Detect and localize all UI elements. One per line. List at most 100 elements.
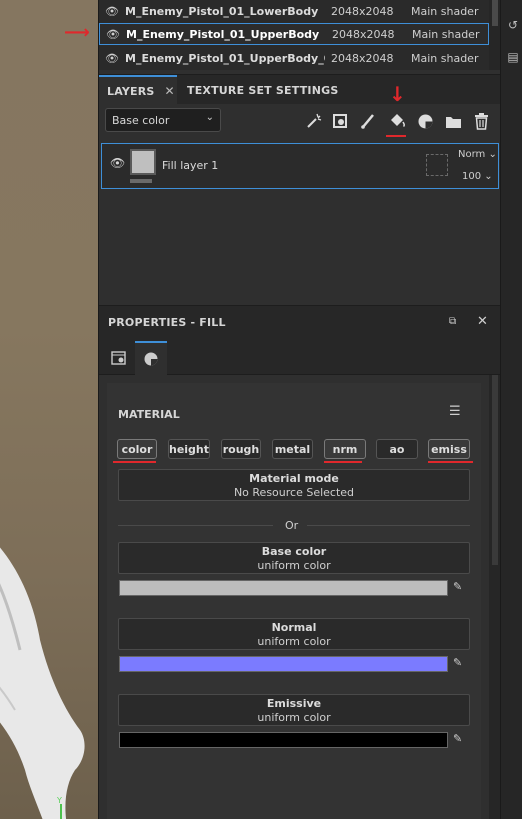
properties-header: PROPERTIES - FILL ⧉ ✕ [99,305,501,339]
eyedropper-icon[interactable]: ✎ [453,580,462,593]
base-color-sub: uniform color [257,559,331,572]
texture-set-resolution: 2048x2048 [331,51,394,65]
material-mode-picker[interactable]: Material mode No Resource Selected [118,469,470,501]
annotation-underline [428,461,473,463]
eye-icon[interactable]: 👁 [106,28,120,41]
channel-toggle-color[interactable]: color [117,439,157,459]
history-icon[interactable]: ↺ [506,18,520,32]
layer-toolbar: Base color ⌄ [99,104,501,140]
texture-set-shader: Main shader [411,4,479,18]
tab-material[interactable] [135,341,167,375]
eyedropper-icon[interactable]: ✎ [453,656,462,669]
normal-source[interactable]: Normal uniform color [118,618,470,650]
normal-swatch[interactable] [119,656,448,672]
channel-toggle-emiss[interactable]: emiss [428,439,470,459]
channel-toggle-height[interactable]: height [168,439,210,459]
add-effect-icon[interactable] [304,111,324,131]
texture-set-shader: Main shader [412,27,480,41]
eye-icon[interactable]: 👁 [110,156,125,170]
blend-mode-value: Norm [458,149,486,160]
texture-set-name: M_Enemy_Pistol_01_LowerBody [125,4,319,18]
channel-toggle-nrm[interactable]: nrm [324,439,366,459]
layer-thumbnail [130,149,156,175]
close-icon[interactable]: ✕ [165,84,175,98]
tab-texture-set-settings-label: TEXTURE SET SETTINGS [187,83,339,97]
tab-texture-set-settings[interactable]: TEXTURE SET SETTINGS [179,75,346,105]
texture-set-list: 👁 M_Enemy_Pistol_01_LowerBody 2048x2048 … [99,0,501,70]
texture-set-resolution: 2048x2048 [332,27,395,41]
annotation-arrow-right: ⟶ [64,22,90,43]
channel-toggle-metal[interactable]: metal [272,439,313,459]
emissive-label: Emissive [266,697,322,710]
eyedropper-icon[interactable]: ✎ [453,732,462,745]
texture-set-resolution: 2048x2048 [331,4,394,18]
emissive-swatch[interactable] [119,732,448,748]
base-color-label: Base color [261,545,327,558]
channel-toggle-ao[interactable]: ao [376,439,418,459]
emissive-source[interactable]: Emissive uniform color [118,694,470,726]
close-icon[interactable]: ✕ [477,314,488,329]
layer-opacity[interactable]: 100 ⌄ [462,171,493,182]
material-mode-label: Material mode [249,472,339,485]
channel-toggle-label: height [168,442,210,456]
layer-mask-slot[interactable] [426,154,448,176]
layer-stack: 👁 Fill layer 1 Norm ⌄ 100 ⌄ [99,140,501,302]
annotation-underline [324,461,362,463]
eye-icon[interactable]: 👁 [105,52,119,65]
properties-tabbar [99,339,501,375]
divider [307,525,470,526]
layer-row[interactable]: 👁 Fill layer 1 Norm ⌄ 100 ⌄ [101,143,499,189]
menu-icon[interactable]: ☰ [449,404,461,419]
channel-select[interactable]: Base color ⌄ [105,108,221,132]
tab-layers-label: LAYERS [107,84,155,98]
annotation-underline [113,461,156,463]
undock-icon[interactable]: ⧉ [449,316,456,327]
material-mode-value: No Resource Selected [233,486,355,499]
texture-set-row[interactable]: 👁 M_Enemy_Pistol_01_UpperBody_01... 2048… [99,47,489,69]
opacity-value: 100 [462,171,482,182]
eye-icon[interactable]: 👁 [105,5,119,18]
annotation-arrow-down: ↓ [389,82,406,106]
channel-toggle-label: ao [389,442,405,456]
tab-layers[interactable]: LAYERS ✕ [99,75,177,105]
scrollbar-thumb[interactable] [492,375,498,565]
add-paint-layer-icon[interactable] [358,111,378,131]
properties-body: MATERIAL ☰ color height rough metal nrm … [99,375,489,819]
or-label: Or [285,519,299,532]
texture-set-row[interactable]: 👁 M_Enemy_Pistol_01_LowerBody 2048x2048 … [99,0,489,22]
channel-toggle-rough[interactable]: rough [221,439,261,459]
annotation-underline [386,135,406,137]
base-color-source[interactable]: Base color uniform color [118,542,470,574]
texture-set-row-selected[interactable]: 👁 M_Enemy_Pistol_01_UpperBody 2048x2048 … [99,23,489,45]
channel-toggle-label: metal [274,442,311,456]
material-panel: MATERIAL ☰ color height rough metal nrm … [107,383,481,819]
normal-label: Normal [271,621,317,634]
texture-set-shader: Main shader [411,51,479,65]
material-title: MATERIAL [118,408,180,421]
base-color-swatch[interactable] [119,580,448,596]
right-toolbar: ↺ ▤ [500,0,522,819]
3d-viewport[interactable]: Y [0,0,98,819]
main-panel: 👁 M_Enemy_Pistol_01_LowerBody 2048x2048 … [98,0,501,819]
channel-toggle-label: nrm [332,442,358,456]
folder-icon[interactable] [443,111,463,131]
axis-y-gizmo [60,804,62,819]
tab-fill-settings[interactable] [103,341,135,375]
layer-blend-mode[interactable]: Norm ⌄ [458,149,497,160]
add-fill-layer-icon[interactable] [387,111,407,131]
add-mask-icon[interactable] [331,111,351,131]
channel-toggle-label: emiss [431,442,467,456]
model-arm-render [0,547,85,819]
log-icon[interactable]: ▤ [506,50,520,64]
scrollbar-thumb[interactable] [492,0,498,26]
layer-thumbnail-bar [130,179,152,183]
channel-toggle-label: rough [222,442,260,456]
channel-select-value: Base color [112,113,170,127]
divider [118,525,273,526]
add-smart-material-icon[interactable] [415,111,435,131]
trash-icon[interactable] [471,111,491,131]
normal-sub: uniform color [257,635,331,648]
chevron-down-icon: ⌄ [205,112,214,123]
emissive-sub: uniform color [257,711,331,724]
texture-set-name: M_Enemy_Pistol_01_UpperBody [126,27,320,41]
